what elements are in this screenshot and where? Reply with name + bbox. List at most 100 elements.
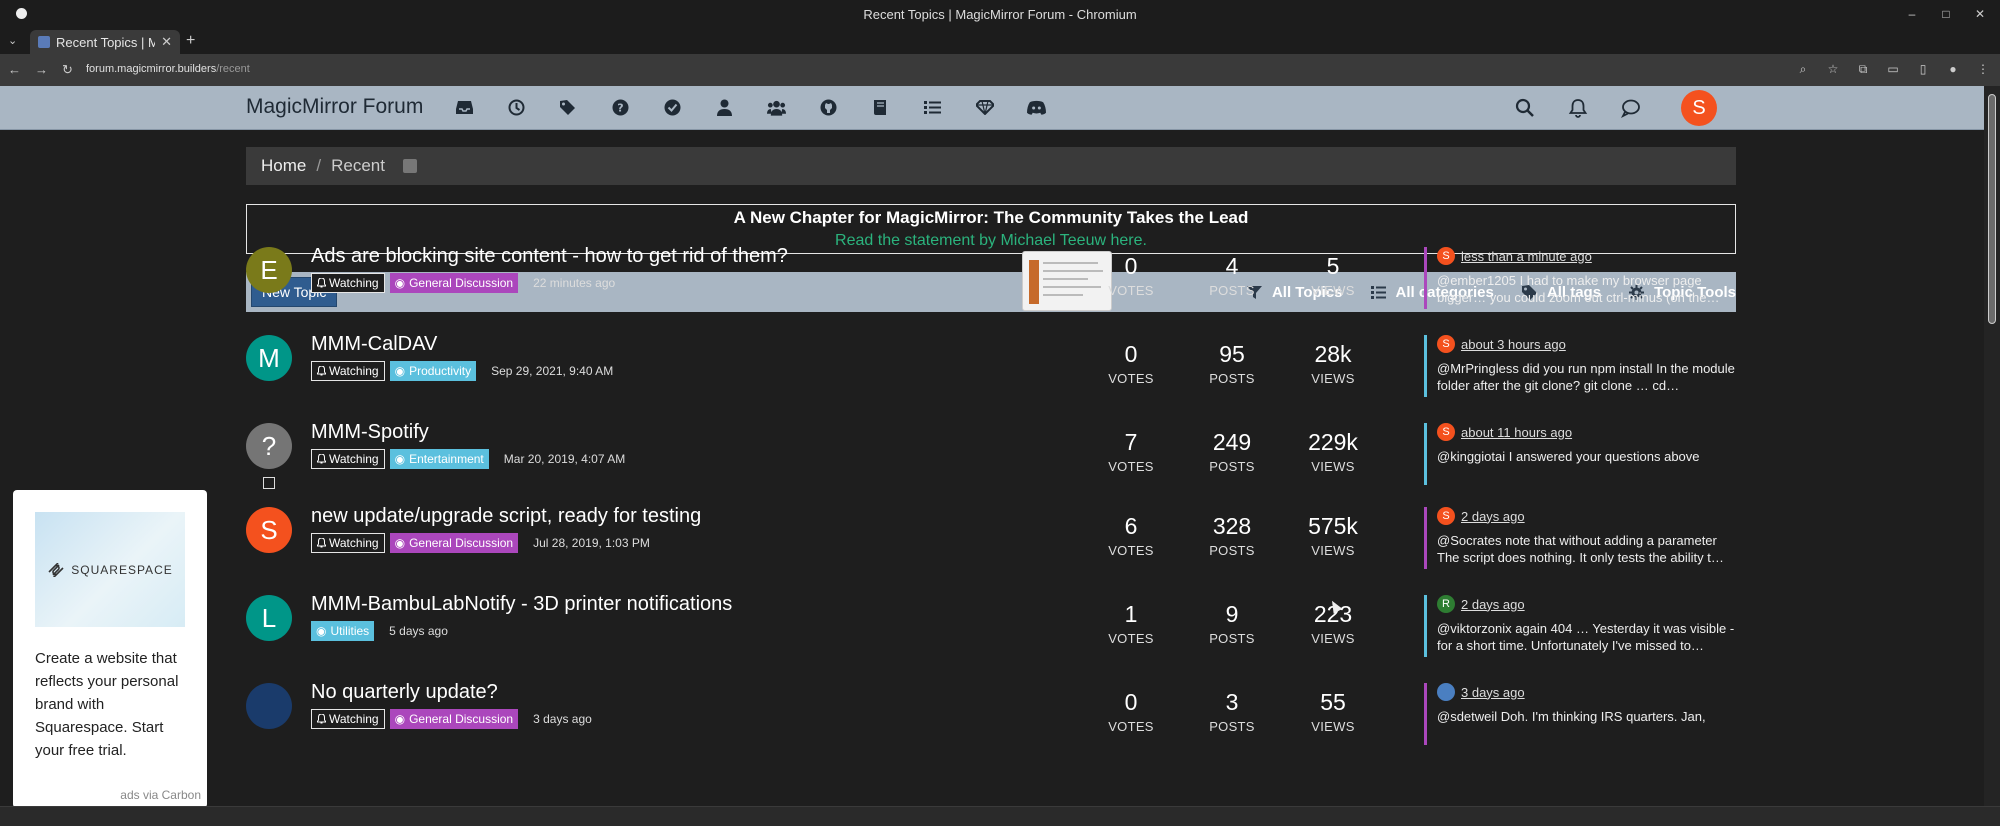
profile-icon[interactable]: ● (1946, 62, 1960, 77)
inbox-icon[interactable] (455, 98, 474, 117)
topic-date[interactable]: Mar 20, 2019, 4:07 AM (504, 452, 625, 466)
topic-title[interactable]: MMM-BambuLabNotify - 3D printer notifica… (311, 593, 732, 616)
list-icon[interactable] (923, 98, 942, 117)
last-post[interactable]: S about 11 hours ago @kinggiotai I answe… (1424, 423, 1736, 485)
category-badge[interactable]: ◉ Productivity (389, 361, 477, 381)
breadcrumb-home[interactable]: Home (261, 156, 306, 176)
topic-author-avatar[interactable]: S (246, 507, 292, 553)
last-post-text[interactable]: @Socrates note that without adding a par… (1437, 532, 1736, 566)
topic-author-avatar[interactable]: M (246, 335, 292, 381)
diamond-icon[interactable] (975, 98, 994, 117)
last-post-time[interactable]: about 3 hours ago (1461, 337, 1566, 352)
back-icon[interactable]: ← (8, 62, 21, 78)
maximize-icon[interactable]: □ (1938, 6, 1954, 22)
last-post-avatar[interactable]: S (1437, 423, 1455, 441)
reload-icon[interactable]: ↻ (62, 62, 73, 78)
category-badge[interactable]: ◉ General Discussion (389, 533, 519, 553)
extensions-icon[interactable]: ⧉ (1856, 62, 1870, 77)
category-badge[interactable]: ◉ General Discussion (389, 709, 519, 729)
book-icon[interactable] (871, 98, 890, 117)
clock-icon[interactable] (507, 98, 526, 117)
last-post-text[interactable]: @ember1205 I had to make my browser page… (1437, 272, 1736, 306)
topic-date[interactable]: Jul 28, 2019, 1:03 PM (533, 536, 650, 550)
rss-icon[interactable] (402, 159, 417, 173)
last-post-text[interactable]: @viktorzonix again 404 … Yesterday it wa… (1437, 620, 1736, 654)
minimize-icon[interactable]: – (1904, 6, 1920, 22)
last-post[interactable]: 3 days ago @sdetweil Doh. I'm thinking I… (1424, 683, 1736, 745)
chat-icon[interactable] (1621, 98, 1641, 118)
tab-close-icon[interactable]: ✕ (161, 34, 172, 50)
watching-badge[interactable]: Watching (311, 273, 385, 293)
last-post-time[interactable]: less than a minute ago (1461, 249, 1592, 264)
window-menu-icon[interactable] (16, 8, 27, 19)
users-icon[interactable] (767, 98, 786, 117)
topic-author-avatar[interactable]: E (246, 247, 292, 293)
last-post-avatar[interactable] (1437, 683, 1455, 701)
carbon-ad[interactable]: SQUARESPACE Create a website that reflec… (13, 490, 207, 806)
last-post-avatar[interactable]: S (1437, 335, 1455, 353)
last-post[interactable]: S about 3 hours ago @MrPringless did you… (1424, 335, 1736, 397)
ad-via[interactable]: ads via Carbon (120, 788, 201, 802)
watching-badge[interactable]: Watching (311, 709, 385, 729)
discord-icon[interactable] (1027, 98, 1046, 117)
category-badge[interactable]: ◉ General Discussion (389, 273, 519, 293)
github-icon[interactable] (819, 98, 838, 117)
check-circle-icon[interactable] (663, 98, 682, 117)
last-post-time[interactable]: 2 days ago (1461, 509, 1525, 524)
topic-date[interactable]: 22 minutes ago (533, 276, 615, 290)
views-label: VIEWS (1311, 719, 1355, 734)
url-field[interactable]: forum.magicmirror.builders/recent (86, 63, 250, 75)
user-icon[interactable] (715, 98, 734, 117)
menu-kebab-icon[interactable]: ⋮ (1976, 62, 1990, 77)
last-post-avatar[interactable]: R (1437, 595, 1455, 613)
close-icon[interactable]: ✕ (1972, 6, 1988, 22)
posts-stat: 9 POSTS (1197, 601, 1267, 646)
topic-date[interactable]: 5 days ago (389, 624, 448, 638)
sidepanel-icon[interactable]: ▯ (1916, 62, 1930, 77)
help-icon[interactable]: ? (611, 98, 630, 117)
watching-badge[interactable]: Watching (311, 361, 385, 381)
topic-date[interactable]: Sep 29, 2021, 9:40 AM (491, 364, 613, 378)
category-badge[interactable]: ◉ Entertainment (389, 449, 489, 469)
watching-badge[interactable]: Watching (311, 533, 385, 553)
category-badge[interactable]: ◉ Utilities (311, 621, 375, 641)
select-checkbox[interactable] (263, 477, 275, 489)
tags-icon[interactable] (559, 98, 578, 117)
last-post-text[interactable]: @MrPringless did you run npm install In … (1437, 360, 1736, 394)
last-post[interactable]: S less than a minute ago @ember1205 I ha… (1424, 247, 1736, 309)
topic-title[interactable]: No quarterly update? (311, 681, 498, 704)
topic-author-avatar[interactable] (246, 683, 292, 729)
forum-brand[interactable]: MagicMirror Forum (246, 95, 423, 119)
last-post-text[interactable]: @kinggiotai I answered your questions ab… (1437, 448, 1736, 482)
cast-icon[interactable]: ▭ (1886, 62, 1900, 77)
last-post-avatar[interactable]: S (1437, 247, 1455, 265)
topic-author-avatar[interactable]: L (246, 595, 292, 641)
bookmark-star-icon[interactable]: ☆ (1826, 62, 1840, 77)
last-post[interactable]: S 2 days ago @Socrates note that without… (1424, 507, 1736, 569)
browser-tab[interactable]: Recent Topics | Ma ✕ (30, 30, 180, 54)
last-post-time[interactable]: 3 days ago (1461, 685, 1525, 700)
topic-title[interactable]: MMM-CalDAV (311, 333, 437, 356)
forward-icon[interactable]: → (35, 62, 48, 78)
page-scrollbar[interactable] (1984, 86, 2000, 806)
scrollbar-thumb[interactable] (1988, 94, 1996, 324)
new-tab-icon[interactable]: + (186, 32, 195, 50)
topic-author-avatar[interactable]: ? (246, 423, 292, 469)
last-post-time[interactable]: about 11 hours ago (1461, 425, 1572, 440)
last-post-avatar[interactable]: S (1437, 507, 1455, 525)
search-icon[interactable] (1515, 98, 1535, 118)
tab-list-icon[interactable]: ⌄ (8, 34, 17, 47)
ad-image[interactable]: SQUARESPACE (35, 512, 185, 627)
bell-icon[interactable] (1568, 98, 1588, 118)
last-post-time[interactable]: 2 days ago (1461, 597, 1525, 612)
last-post[interactable]: R 2 days ago @viktorzonix again 404 … Ye… (1424, 595, 1736, 657)
ad-text[interactable]: Create a website that reflects your pers… (35, 647, 195, 762)
watching-badge[interactable]: Watching (311, 449, 385, 469)
topic-title[interactable]: new update/upgrade script, ready for tes… (311, 505, 701, 528)
last-post-text[interactable]: @sdetweil Doh. I'm thinking IRS quarters… (1437, 708, 1736, 742)
topic-date[interactable]: 3 days ago (533, 712, 592, 726)
user-avatar[interactable]: S (1681, 90, 1717, 126)
topic-title[interactable]: Ads are blocking site content - how to g… (311, 245, 788, 268)
zoom-icon[interactable]: ⌕ (1796, 62, 1810, 77)
topic-title[interactable]: MMM-Spotify (311, 421, 429, 444)
